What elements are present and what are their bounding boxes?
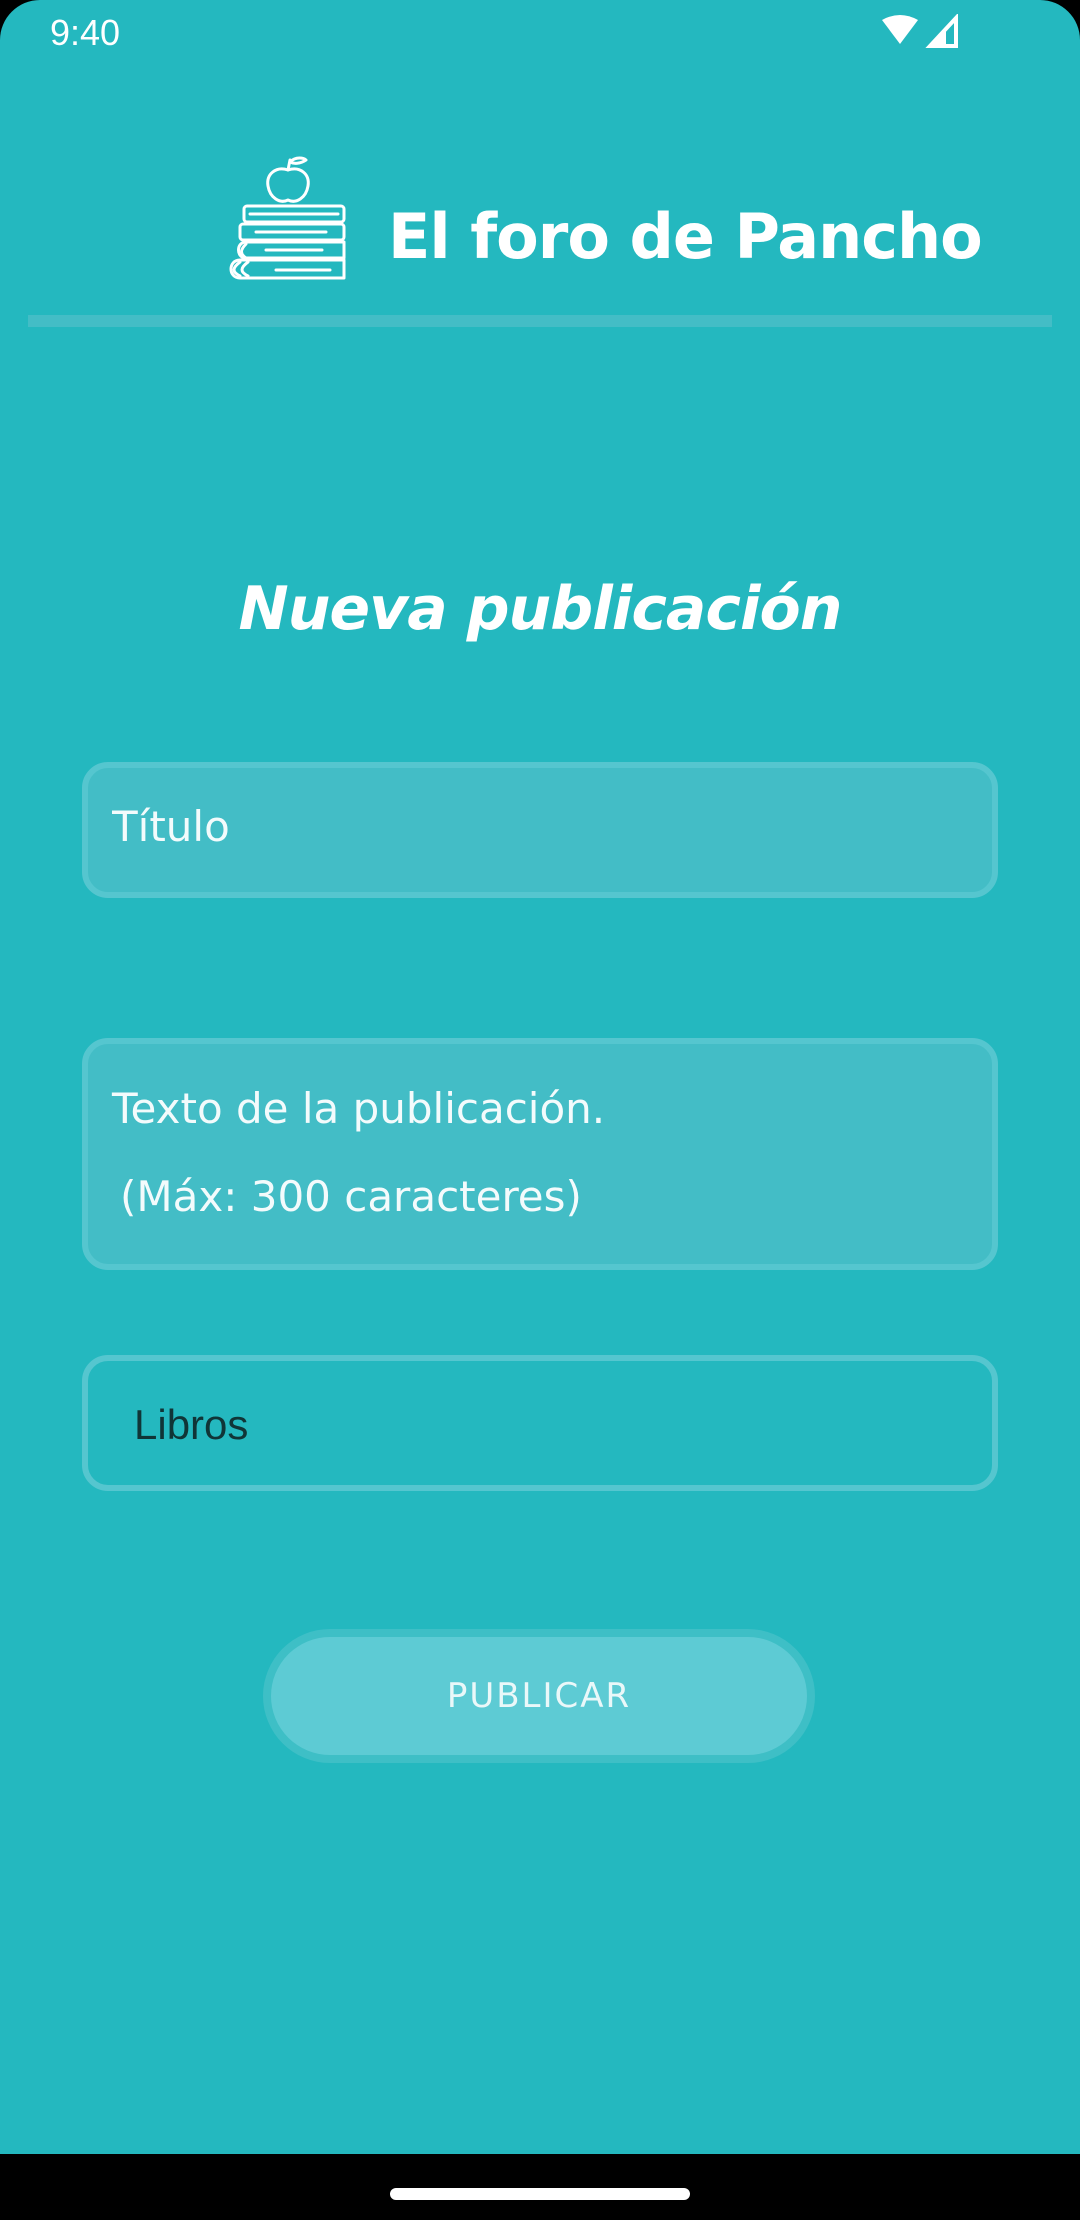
title-input[interactable] [112, 802, 972, 851]
status-time: 9:40 [50, 12, 121, 53]
body-placeholder-line2: (Máx: 300 caracteres) [120, 1172, 582, 1221]
navigation-bar [0, 2154, 1080, 2220]
home-gesture-handle[interactable] [390, 2188, 690, 2200]
books-apple-icon [229, 156, 346, 280]
status-icons [882, 14, 958, 48]
app-header: El foro de Pancho [0, 140, 1080, 290]
app-screen: 9:40 El foro de Pancho Nueva publicación… [0, 0, 1080, 2154]
app-title: El foro de Pancho [388, 200, 983, 273]
category-dropdown[interactable]: Libros [82, 1355, 998, 1491]
publish-button-ring: PUBLICAR [263, 1629, 815, 1763]
status-bar: 9:40 [0, 0, 1080, 68]
category-value: Libros [134, 1401, 249, 1448]
header-divider [28, 315, 1052, 327]
wifi-icon [882, 15, 918, 44]
title-field[interactable] [82, 762, 998, 898]
body-placeholder-line1: Texto de la publicación. [112, 1084, 606, 1133]
page-title: Nueva publicación [238, 574, 843, 644]
body-field[interactable]: Texto de la publicación. (Máx: 300 carac… [82, 1038, 998, 1270]
publish-button[interactable]: PUBLICAR [271, 1637, 807, 1755]
